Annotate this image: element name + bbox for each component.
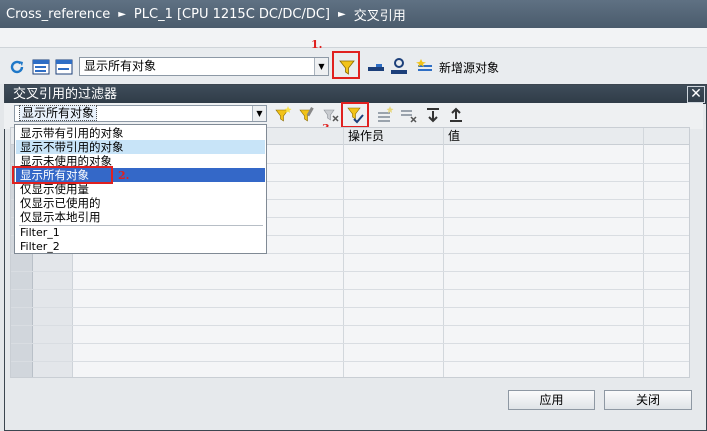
collapse-all-icon[interactable] xyxy=(55,58,73,76)
display-filter-combo[interactable]: 显示所有对象 ▼ xyxy=(79,57,329,76)
new-source-label[interactable]: 新增源对象 xyxy=(439,59,499,76)
grid-row-line xyxy=(11,343,689,344)
filter-option[interactable]: 仅显示本地引用 xyxy=(16,210,265,224)
column-header-value[interactable]: 值 xyxy=(443,128,689,145)
breadcrumb: Cross_reference ► PLC_1 [CPU 1215C DC/DC… xyxy=(0,0,707,28)
filter-option[interactable]: 显示带有引用的对象 xyxy=(16,126,265,140)
edit-filter-icon[interactable] xyxy=(298,106,316,124)
grid-row-line xyxy=(11,307,689,308)
filter-option-hovered[interactable]: 显示不带引用的对象 xyxy=(16,140,265,154)
chevron-down-icon[interactable]: ▼ xyxy=(252,106,266,121)
add-rule-icon[interactable] xyxy=(376,106,394,124)
highlight-box-step-1 xyxy=(332,51,360,79)
breadcrumb-item-cross-reference[interactable]: Cross_reference xyxy=(6,7,110,22)
reference-arrow-icon[interactable] xyxy=(368,60,386,78)
display-filter-value: 显示所有对象 xyxy=(84,59,157,73)
move-up-icon[interactable] xyxy=(447,106,465,124)
filter-select-combo[interactable]: 显示所有对象 ▼ xyxy=(14,105,267,122)
highlight-box-step-3 xyxy=(341,102,369,128)
grid-row-line xyxy=(11,289,689,290)
title-strip xyxy=(0,28,707,48)
filter-options-list: 显示带有引用的对象 显示不带引用的对象 显示未使用的对象 显示所有对象 仅显示使… xyxy=(14,124,267,254)
breadcrumb-item-plc[interactable]: PLC_1 [CPU 1215C DC/DC/DC] xyxy=(134,7,330,22)
refresh-icon[interactable] xyxy=(8,58,26,76)
grid-row-line xyxy=(11,361,689,362)
custom-filter-item[interactable]: Filter_2 xyxy=(16,240,265,254)
remove-rule-icon[interactable] xyxy=(400,106,418,124)
move-down-icon[interactable] xyxy=(424,106,442,124)
expand-all-icon[interactable] xyxy=(32,58,50,76)
column-header-value-label: 值 xyxy=(448,129,461,143)
annotation-step-2: 2. xyxy=(118,169,130,182)
new-source-icon[interactable] xyxy=(416,58,434,76)
grid-row-line xyxy=(11,325,689,326)
annotation-step-1: 1. xyxy=(311,38,323,51)
new-filter-icon[interactable] xyxy=(274,106,292,124)
filter-select-value: 显示所有对象 xyxy=(19,105,98,121)
grid-row-line xyxy=(11,271,689,272)
goto-source-icon[interactable] xyxy=(390,58,408,76)
filter-option[interactable]: 仅显示使用量 xyxy=(16,182,265,196)
dialog-title-text: 交叉引用的过滤器 xyxy=(13,87,118,102)
apply-button[interactable]: 应用 xyxy=(508,390,595,410)
chevron-down-icon[interactable]: ▼ xyxy=(314,58,328,75)
highlight-box-step-2 xyxy=(12,166,113,184)
close-icon[interactable]: ✕ xyxy=(687,86,705,103)
breadcrumb-separator-icon: ► xyxy=(338,8,346,20)
custom-filter-item[interactable]: Filter_1 xyxy=(16,226,265,240)
column-header-operator-label: 操作员 xyxy=(348,129,385,143)
breadcrumb-item-cross-ref-cn[interactable]: 交叉引用 xyxy=(354,5,406,24)
close-button[interactable]: 关闭 xyxy=(604,390,692,410)
breadcrumb-separator-icon: ► xyxy=(118,8,126,20)
column-header-operator[interactable]: 操作员 xyxy=(343,128,443,145)
filter-option[interactable]: 仅显示已使用的 xyxy=(16,196,265,210)
